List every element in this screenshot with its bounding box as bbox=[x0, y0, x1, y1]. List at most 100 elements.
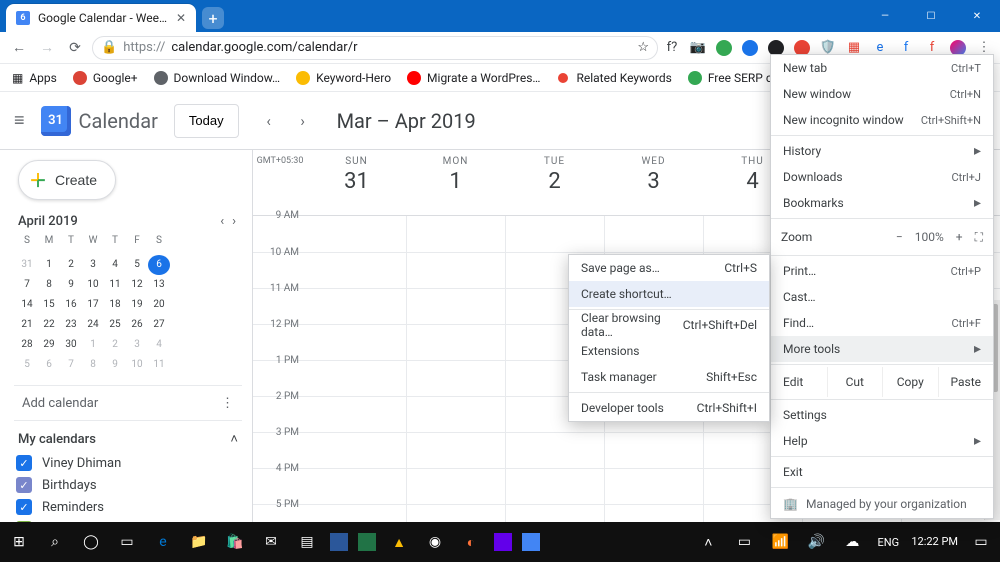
maximize-icon[interactable]: ☐ bbox=[908, 0, 954, 32]
time-cell[interactable] bbox=[406, 216, 505, 252]
mini-day[interactable]: 29 bbox=[38, 335, 60, 355]
time-cell[interactable] bbox=[406, 253, 505, 288]
mini-day[interactable]: 20 bbox=[148, 295, 170, 315]
taskview-icon[interactable]: ▭ bbox=[114, 529, 140, 555]
add-calendar-row[interactable]: Add calendar ⋮ bbox=[14, 385, 242, 421]
menu-item[interactable]: Print…Ctrl+P bbox=[771, 258, 993, 284]
menu-item[interactable]: History▸ bbox=[771, 138, 993, 164]
mini-day[interactable]: 1 bbox=[82, 335, 104, 355]
mini-day[interactable]: 22 bbox=[38, 315, 60, 335]
time-cell[interactable] bbox=[406, 397, 505, 432]
checkbox-icon[interactable]: ✓ bbox=[16, 477, 32, 493]
create-button[interactable]: ＋ Create bbox=[18, 160, 116, 200]
time-cell[interactable] bbox=[604, 216, 703, 252]
menu-item[interactable]: Find…Ctrl+F bbox=[771, 310, 993, 336]
calendar-task-icon[interactable] bbox=[522, 533, 540, 551]
menu-item[interactable]: Settings bbox=[771, 402, 993, 428]
menu-item[interactable]: New incognito windowCtrl+Shift+N bbox=[771, 107, 993, 133]
new-tab-button[interactable]: + bbox=[202, 7, 224, 29]
mini-day[interactable]: 1 bbox=[38, 255, 60, 275]
menu-item[interactable]: Cast… bbox=[771, 284, 993, 310]
my-calendars-header[interactable]: My calendars ˄ bbox=[14, 427, 242, 451]
mini-day[interactable]: 9 bbox=[60, 275, 82, 295]
mini-day[interactable]: 7 bbox=[60, 355, 82, 375]
time-cell[interactable] bbox=[505, 469, 604, 504]
menu-item[interactable]: Bookmarks▸ bbox=[771, 190, 993, 216]
mini-day[interactable]: 23 bbox=[60, 315, 82, 335]
bookmark-item[interactable]: Related Keywords bbox=[556, 71, 671, 85]
time-cell[interactable] bbox=[307, 216, 406, 252]
star-icon[interactable]: ☆ bbox=[637, 40, 649, 55]
mini-day[interactable]: 11 bbox=[104, 275, 126, 295]
time-cell[interactable] bbox=[406, 361, 505, 396]
calendar-logo[interactable]: 31 Calendar bbox=[41, 106, 158, 136]
time-cell[interactable] bbox=[307, 505, 406, 522]
mini-day[interactable]: 3 bbox=[126, 335, 148, 355]
reload-icon[interactable]: ⟳ bbox=[64, 37, 86, 59]
volume-icon[interactable]: 🔊 bbox=[803, 529, 829, 555]
clock[interactable]: 12:22 PM bbox=[911, 536, 958, 548]
mini-day[interactable]: 6 bbox=[38, 355, 60, 375]
calendar-item[interactable]: ✓Reminders bbox=[16, 499, 242, 515]
address-bar[interactable]: 🔒 https:// calendar.google.com/calendar/… bbox=[92, 36, 658, 60]
sheet-icon[interactable]: ▤ bbox=[294, 529, 320, 555]
time-cell[interactable] bbox=[307, 253, 406, 288]
back-icon[interactable]: ← bbox=[8, 37, 30, 59]
mini-day[interactable]: 4 bbox=[148, 335, 170, 355]
mini-calendar[interactable]: SMTWTFS311234567891011121314151617181920… bbox=[14, 235, 242, 375]
time-cell[interactable] bbox=[307, 469, 406, 504]
mini-day[interactable]: 28 bbox=[16, 335, 38, 355]
prev-week-icon[interactable]: ‹ bbox=[255, 112, 283, 130]
time-cell[interactable] bbox=[307, 433, 406, 468]
mini-day[interactable]: 9 bbox=[104, 355, 126, 375]
mini-day[interactable]: 11 bbox=[148, 355, 170, 375]
fullscreen-icon[interactable]: ⛶ bbox=[975, 230, 983, 245]
time-cell[interactable] bbox=[604, 505, 703, 522]
mini-day[interactable]: 4 bbox=[104, 255, 126, 275]
mini-prev-icon[interactable]: ‹ bbox=[220, 214, 224, 229]
ext-blue-icon[interactable] bbox=[742, 40, 758, 56]
time-cell[interactable] bbox=[307, 325, 406, 360]
menu-item[interactable]: Help▸ bbox=[771, 428, 993, 454]
time-cell[interactable] bbox=[406, 325, 505, 360]
mini-day[interactable]: 5 bbox=[126, 255, 148, 275]
time-cell[interactable] bbox=[505, 505, 604, 522]
menu-item[interactable]: Save page as…Ctrl+S bbox=[569, 255, 769, 281]
mini-day[interactable]: 25 bbox=[104, 315, 126, 335]
mini-day[interactable]: 24 bbox=[82, 315, 104, 335]
menu-item[interactable]: Create shortcut… bbox=[569, 281, 769, 307]
day-column-header[interactable]: WED3 bbox=[604, 150, 703, 215]
paste-button[interactable]: Paste bbox=[938, 367, 994, 397]
mini-day[interactable]: 5 bbox=[16, 355, 38, 375]
bookmark-item[interactable]: Keyword-Hero bbox=[296, 71, 391, 85]
time-cell[interactable] bbox=[307, 397, 406, 432]
explorer-icon[interactable]: 📁 bbox=[186, 529, 212, 555]
mini-day[interactable]: 21 bbox=[16, 315, 38, 335]
mini-day[interactable]: 19 bbox=[126, 295, 148, 315]
mini-day[interactable]: 31 bbox=[16, 255, 38, 275]
word-icon[interactable] bbox=[330, 533, 348, 551]
menu-item[interactable]: New tabCtrl+T bbox=[771, 55, 993, 81]
ext-green-icon[interactable] bbox=[716, 40, 732, 56]
day-column-header[interactable]: SUN31 bbox=[307, 150, 406, 215]
mini-day[interactable]: 30 bbox=[60, 335, 82, 355]
time-cell[interactable] bbox=[307, 361, 406, 396]
menu-item[interactable]: Developer toolsCtrl+Shift+I bbox=[569, 395, 769, 421]
mini-day[interactable]: 7 bbox=[16, 275, 38, 295]
bookmark-item[interactable]: Google+ bbox=[73, 71, 138, 85]
menu-item[interactable]: Extensions bbox=[569, 338, 769, 364]
mini-day[interactable]: 16 bbox=[60, 295, 82, 315]
minimize-icon[interactable]: — bbox=[862, 0, 908, 32]
day-column-header[interactable]: TUE2 bbox=[505, 150, 604, 215]
time-cell[interactable] bbox=[406, 505, 505, 522]
app-icon[interactable] bbox=[494, 533, 512, 551]
time-cell[interactable] bbox=[604, 469, 703, 504]
firefox-icon[interactable]: ◐ bbox=[458, 529, 484, 555]
onedrive-icon[interactable]: ☁ bbox=[839, 529, 865, 555]
mini-day[interactable]: 3 bbox=[82, 255, 104, 275]
time-cell[interactable] bbox=[406, 289, 505, 324]
store-icon[interactable]: 🛍️ bbox=[222, 529, 248, 555]
menu-item[interactable]: Exit bbox=[771, 459, 993, 485]
tray-up-icon[interactable]: ˄ bbox=[695, 529, 721, 555]
apps-button[interactable]: ▦Apps bbox=[12, 71, 57, 85]
